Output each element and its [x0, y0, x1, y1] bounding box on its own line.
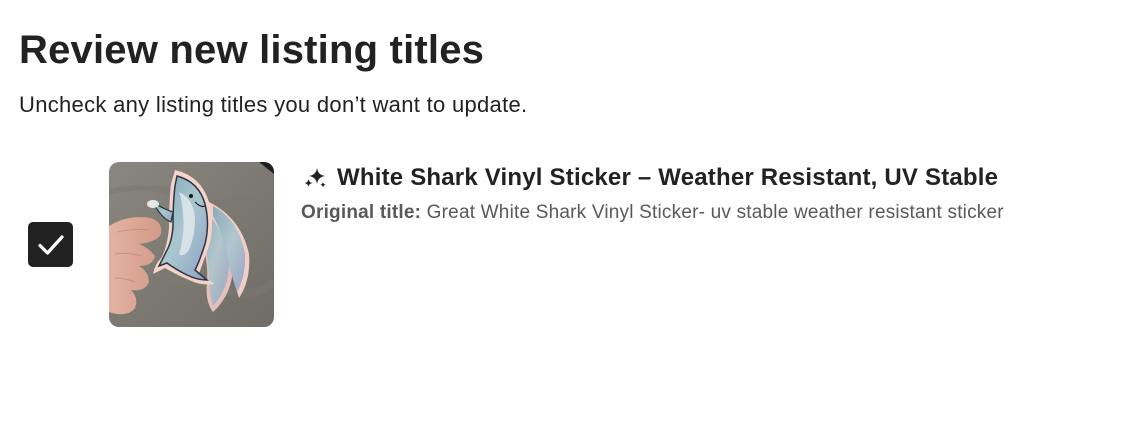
- listing-thumbnail: [109, 162, 274, 327]
- checkmark-icon: [37, 234, 64, 255]
- review-titles-page: Review new listing titles Uncheck any li…: [0, 0, 1128, 424]
- original-title-line: Original title: Great White Shark Vinyl …: [301, 202, 1004, 224]
- sparkle-icon: [304, 168, 326, 188]
- listing-row: White Shark Vinyl Sticker – Weather Resi…: [0, 160, 1128, 330]
- new-title-line: White Shark Vinyl Sticker – Weather Resi…: [302, 162, 998, 194]
- new-listing-title: White Shark Vinyl Sticker – Weather Resi…: [337, 164, 999, 191]
- page-title: Review new listing titles: [19, 28, 485, 72]
- listing-checkbox[interactable]: [28, 222, 73, 267]
- original-title-label: Original title:: [301, 202, 422, 223]
- original-title-text: Great White Shark Vinyl Sticker- uv stab…: [426, 202, 1004, 223]
- page-subtitle: Uncheck any listing titles you don’t wan…: [19, 92, 528, 117]
- shark-sticker-photo: [109, 162, 274, 327]
